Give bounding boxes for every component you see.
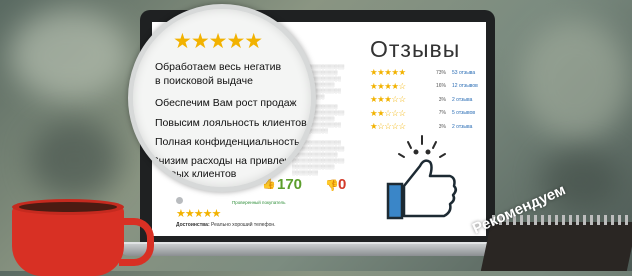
rating-row: ★★★☆☆ 3% 2 отзыва bbox=[370, 93, 480, 107]
rating-stars: ★★★★★ bbox=[370, 67, 406, 78]
rating-count-link[interactable]: 2 отзыва bbox=[452, 124, 472, 130]
rating-count-link[interactable]: 12 отзывов bbox=[452, 83, 478, 89]
rating-percent: 7% bbox=[438, 110, 446, 117]
review-text: Достоинства: Реально хороший телефон. bbox=[176, 222, 276, 228]
downvote-count: 0 bbox=[338, 176, 347, 193]
mug-coffee bbox=[19, 202, 117, 212]
rating-stars: ★★☆☆☆ bbox=[370, 107, 406, 118]
magnified-line: Повысим лояльность клиентов bbox=[155, 117, 307, 129]
rating-row: ★★☆☆☆ 7% 5 отзывов bbox=[370, 107, 480, 121]
review-stars: ★★★★★ bbox=[176, 208, 221, 220]
magnified-line: Снизим расходы на привлечение bbox=[151, 155, 314, 167]
magnified-line: новых клиентов bbox=[159, 168, 237, 180]
magnified-line: в поисковой выдаче bbox=[155, 75, 253, 87]
laptop-base bbox=[118, 244, 518, 256]
rating-stars: ★★★☆☆ bbox=[370, 94, 406, 105]
rating-breakdown: ★★★★★ 73% 53 отзыва ★★★★☆ 16% 12 отзывов… bbox=[370, 66, 480, 134]
rating-percent: 16% bbox=[435, 83, 446, 90]
magnified-line: Полная конфиденциальность bbox=[155, 136, 300, 148]
rating-percent: 3% bbox=[438, 96, 446, 103]
magnified-line: Обработаем весь негатив bbox=[155, 61, 282, 73]
magnifier-lens: ★★★★★ Обработаем весь негатив в поисково… bbox=[128, 4, 316, 192]
mug-handle bbox=[119, 218, 154, 266]
magnified-stars: ★★★★★ bbox=[173, 30, 263, 53]
rating-row: ★★★★★ 73% 53 отзыва bbox=[370, 66, 480, 80]
rating-count-link[interactable]: 53 отзыва bbox=[452, 70, 475, 76]
thumbs-down-icon[interactable]: 👎 bbox=[325, 179, 339, 192]
rating-count-link[interactable]: 5 отзывов bbox=[452, 110, 475, 116]
red-mug bbox=[12, 206, 124, 276]
review-text-label: Достоинства: bbox=[176, 222, 210, 228]
sparkle-lines-icon bbox=[398, 135, 446, 158]
rating-stars: ★☆☆☆☆ bbox=[370, 121, 406, 132]
rating-percent: 3% bbox=[438, 123, 446, 130]
thumbs-up-illustration bbox=[386, 135, 457, 220]
rating-percent: 73% bbox=[435, 69, 446, 76]
rating-count-link[interactable]: 2 отзыва bbox=[452, 97, 472, 103]
verified-buyer-badge: Проверенный покупатель bbox=[232, 200, 286, 205]
reviewer-avatar bbox=[176, 197, 183, 204]
magnified-line: Обеспечим Вам рост продаж bbox=[155, 97, 297, 109]
reviews-title: Отзывы bbox=[370, 36, 461, 62]
notebook bbox=[480, 222, 632, 271]
rating-stars: ★★★★☆ bbox=[370, 80, 406, 91]
rating-row: ★★★★☆ 16% 12 отзывов bbox=[370, 80, 480, 94]
review-text-body: Реально хороший телефон. bbox=[211, 222, 276, 228]
upvote-count: 170 bbox=[277, 176, 303, 193]
